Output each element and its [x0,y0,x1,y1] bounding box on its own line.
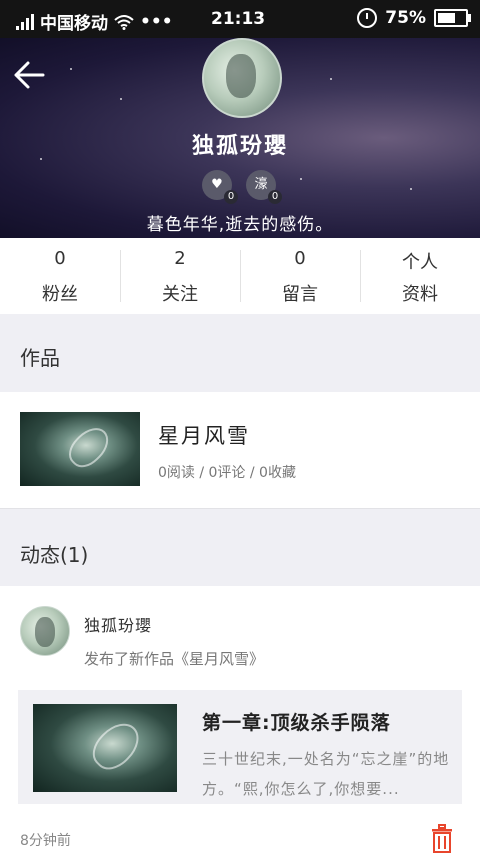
battery-percent: 75% [385,8,426,28]
stat-messages[interactable]: 0 留言 [240,238,360,314]
dynamic-post: 独孤玢瓔 发布了新作品《星月风雪》 第一章:顶级杀手陨落 三十世纪末,一处名为“… [0,586,480,854]
dynamics-header-label: 动态(1) [20,543,89,567]
battery-fill [438,13,455,23]
card-chapter-title: 第一章:顶级杀手陨落 [202,712,391,734]
status-bar-left: 中国移动 ••• [16,9,173,34]
dynamics-section-header: 动态(1) [0,508,480,587]
works-header-label: 作品 [20,346,60,370]
stat-fans-value: 0 [54,248,66,269]
trash-icon[interactable] [430,824,454,854]
post-author-avatar[interactable] [20,606,70,656]
signal-icon [16,13,34,30]
card-cover-image [33,704,177,792]
stat-fans[interactable]: 0 粉丝 [0,238,120,314]
stat-fans-label: 粉丝 [42,284,78,305]
profile-name: 独孤玢瓔 [191,134,288,159]
profile-avatar[interactable] [202,38,282,118]
stats-bar: 0 粉丝 2 关注 0 留言 个人 资料 [0,238,480,314]
profile-header: 独孤玢瓔 ♥ 0 濠 0 暮色年华,逝去的感伤。 [0,38,480,238]
level-badge[interactable]: 濠 0 [246,170,282,204]
carrier-label: 中国移动 [40,14,108,34]
stat-following-value: 2 [174,248,186,269]
post-action-text: 发布了新作品《星月风雪》 [84,650,265,668]
stat-profile-line2: 资料 [402,284,438,305]
status-bar-right: 75% [357,8,471,28]
works-section-header: 作品 [0,314,480,392]
status-bar: 中国移动 ••• 21:13 75% [0,0,480,38]
work-title: 星月风雪 [158,424,250,448]
level-badge-count: 0 [268,190,282,204]
stat-following-label: 关注 [162,284,198,305]
work-item[interactable]: 星月风雪 0阅读 / 0评论 / 0收藏 [0,392,480,508]
wifi-icon [114,14,134,30]
stat-messages-value: 0 [294,248,306,269]
stat-following[interactable]: 2 关注 [120,238,240,314]
card-excerpt: 三十世纪末,一处名为“忘之崖”的地方。“熙,你怎么了,你想要... [202,750,450,798]
stat-profile-line1: 个人 [402,252,438,273]
clock: 21:13 [211,9,266,29]
battery-icon [434,9,471,27]
post-timestamp: 8分钟前 [20,833,71,849]
stat-profile[interactable]: 个人 资料 [360,238,480,314]
heart-icon: ♥ [211,177,223,192]
like-badge-count: 0 [224,190,238,204]
work-stats: 0阅读 / 0评论 / 0收藏 [158,465,296,481]
profile-signature: 暮色年华,逝去的感伤。 [146,215,334,235]
like-badge[interactable]: ♥ 0 [202,170,238,204]
more-dots: ••• [140,11,173,32]
alarm-icon [357,8,378,28]
level-badge-label: 濠 [254,177,268,192]
work-cover-image [20,412,140,486]
stat-messages-label: 留言 [282,284,318,305]
back-arrow-icon[interactable] [12,60,46,90]
post-author-name[interactable]: 独孤玢瓔 [84,612,152,636]
post-work-card[interactable]: 第一章:顶级杀手陨落 三十世纪末,一处名为“忘之崖”的地方。“熙,你怎么了,你想… [18,690,462,804]
